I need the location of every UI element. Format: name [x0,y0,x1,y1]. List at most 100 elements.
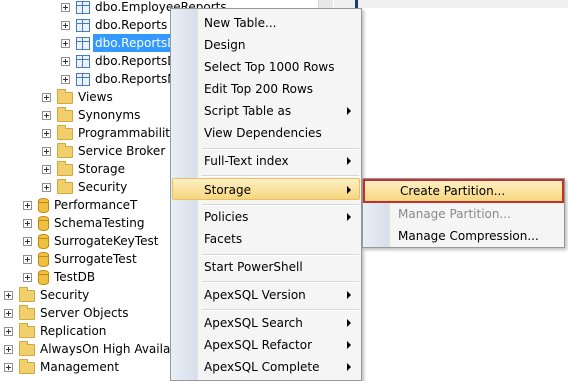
expand-icon[interactable] [23,254,32,264]
menu-item-label: View Dependencies [204,126,322,140]
expand-icon[interactable] [61,38,70,48]
expand-icon[interactable] [23,272,32,282]
menu-item-label: Select Top 1000 Rows [204,60,335,74]
tree-item-synonyms[interactable]: Synonyms [42,106,140,124]
menu-item-apexsql-refactor[interactable]: ApexSQL Refactor [173,334,359,356]
tree-item-table-selected[interactable]: dbo.ReportsD [61,34,179,52]
tree-item-label: TestDB [54,270,96,284]
submenu-arrow-icon [347,213,351,221]
submenu-arrow-icon [347,157,351,165]
menu-item-label: Storage [204,183,251,197]
menu-item-label: ApexSQL Search [204,316,303,330]
tree-item-server-objects[interactable]: Server Objects [4,304,129,322]
tree-item-database[interactable]: TestDB [23,268,95,286]
expand-icon[interactable] [23,218,32,228]
tree-item-management[interactable]: Management [4,358,119,376]
expand-icon[interactable] [4,326,13,336]
menu-item-manage-compression[interactable]: Manage Compression... [365,225,562,247]
database-icon [38,197,49,213]
expand-icon[interactable] [4,290,13,300]
tree-item-service-broker[interactable]: Service Broker [42,142,165,160]
tree-item-label: Views [78,90,113,104]
expand-icon[interactable] [23,236,32,246]
folder-icon [19,323,35,338]
expand-icon[interactable] [42,182,51,192]
menu-item-label: Policies [204,210,249,224]
database-icon [38,251,49,267]
tree-item-label: dbo.ReportsM [95,72,178,86]
tree-item-database[interactable]: SurrogateKeyTest [23,232,158,250]
submenu-arrow-icon [347,291,351,299]
menu-item-edit-top-200[interactable]: Edit Top 200 Rows [173,78,359,100]
tree-item-security[interactable]: Security [42,178,127,196]
expand-icon[interactable] [42,146,51,156]
menu-item-full-text-index[interactable]: Full-Text index [173,150,359,172]
table-icon [76,0,90,14]
background-strip [334,0,568,8]
expand-icon[interactable] [23,200,32,210]
menu-separator [202,281,359,283]
menu-separator [202,175,359,177]
expand-icon[interactable] [42,164,51,174]
tree-item-label: Service Broker [78,144,166,158]
menu-item-apexsql-search[interactable]: ApexSQL Search [173,312,359,334]
folder-icon [19,287,35,302]
tree-item-database[interactable]: SurrogateTest [23,250,137,268]
folder-icon [57,161,73,176]
context-menu: New Table... Design Select Top 1000 Rows… [170,8,362,381]
tree-item-views[interactable]: Views [42,88,113,106]
expand-icon[interactable] [4,308,13,318]
submenu-arrow-icon [347,319,351,327]
tree-item-label: Server Objects [40,306,129,320]
tree-item-label: Synonyms [78,108,141,122]
tree-item-database[interactable]: SchemaTesting [23,214,144,232]
expand-icon[interactable] [61,56,70,66]
menu-item-policies[interactable]: Policies [173,206,359,228]
database-icon [38,269,49,285]
menu-item-label: Script Table as [204,104,292,118]
menu-item-design[interactable]: Design [173,34,359,56]
expand-icon[interactable] [4,362,13,372]
table-icon [76,18,90,32]
expand-icon[interactable] [4,344,13,354]
menu-item-script-table-as[interactable]: Script Table as [173,100,359,122]
tree-item-programmability[interactable]: Programmability [42,124,177,142]
tree-item-security[interactable]: Security [4,286,89,304]
menu-item-new-table[interactable]: New Table... [173,12,359,34]
menu-item-storage[interactable]: Storage [172,178,360,200]
menu-item-apexsql-version[interactable]: ApexSQL Version [173,284,359,306]
menu-item-select-top-1000[interactable]: Select Top 1000 Rows [173,56,359,78]
tree-item-table[interactable]: dbo.ReportsM [61,70,178,88]
expand-icon[interactable] [42,110,51,120]
tree-item-label: PerformanceT [54,198,138,212]
folder-icon [57,179,73,194]
expand-icon[interactable] [42,128,51,138]
expand-icon[interactable] [42,92,51,102]
tree-item-table[interactable]: dbo.Reports [61,16,167,34]
tree-item-storage[interactable]: Storage [42,160,125,178]
tree-item-label: dbo.Reports [95,18,168,32]
table-icon [76,54,90,68]
tree-item-label: SurrogateKeyTest [54,234,159,248]
expand-icon[interactable] [61,2,70,12]
menu-item-facets[interactable]: Facets [173,228,359,250]
tree-item-table[interactable]: dbo.ReportsD [61,52,176,70]
menu-item-label: ApexSQL Refactor [204,338,312,352]
expand-icon[interactable] [61,74,70,84]
menu-item-apexsql-complete[interactable]: ApexSQL Complete [173,356,359,378]
menu-item-view-dependencies[interactable]: View Dependencies [173,122,359,144]
menu-item-label: Design [204,38,246,52]
tree-item-label: Programmability [78,126,178,140]
menu-item-create-partition[interactable]: Create Partition... [363,179,564,203]
menu-item-start-powershell[interactable]: Start PowerShell [173,256,359,278]
table-icon [76,72,90,86]
expand-icon[interactable] [61,20,70,30]
menu-item-label: Full-Text index [204,154,289,168]
storage-submenu: Create Partition... Manage Partition... … [362,178,565,248]
table-icon [76,36,90,50]
tree-item-replication[interactable]: Replication [4,322,106,340]
submenu-arrow-icon [347,363,351,371]
tree-item-alwayson[interactable]: AlwaysOn High Availabi [4,340,181,358]
menu-item-label: New Table... [204,16,277,30]
tree-item-database[interactable]: PerformanceT [23,196,137,214]
